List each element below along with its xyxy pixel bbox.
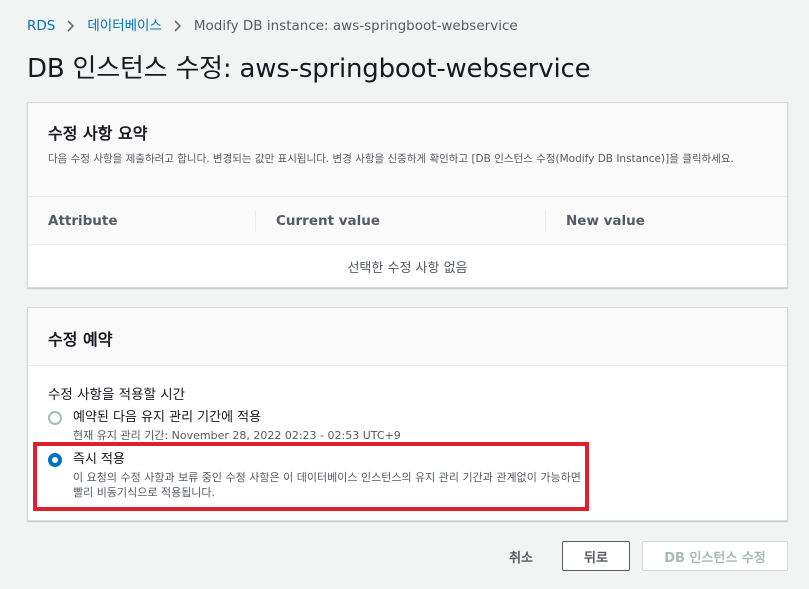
- breadcrumb-databases-link[interactable]: 데이터베이스: [87, 17, 162, 35]
- radio-unchecked-icon[interactable]: [48, 411, 62, 425]
- cancel-button[interactable]: 취소: [499, 547, 543, 566]
- summary-header: 수정 사항 요약 다음 수정 사항을 제출하려고 합니다. 변경되는 값만 표시…: [28, 103, 787, 197]
- chevron-right-icon: [67, 20, 75, 32]
- modify-db-instance-button[interactable]: DB 인스턴스 수정: [642, 541, 788, 571]
- summary-description: 다음 수정 사항을 제출하려고 합니다. 변경되는 값만 표시됩니다. 변경 사…: [48, 153, 734, 165]
- column-header-attribute: Attribute: [48, 212, 118, 229]
- form-actions: 취소 뒤로 DB 인스턴스 수정: [499, 541, 788, 571]
- radio-description: 이 요청의 수정 사항과 보류 중인 수정 사항은 이 데이터베이스 인스턴스의…: [73, 471, 581, 499]
- breadcrumb: RDS 데이터베이스 Modify DB instance: aws-sprin…: [27, 17, 518, 35]
- radio-label: 즉시 적용: [73, 452, 125, 467]
- radio-option-apply-immediately[interactable]: 즉시 적용 이 요청의 수정 사항과 보류 중인 수정 사항은 이 데이터베이스…: [48, 451, 767, 500]
- page-title: DB 인스턴스 수정: aws-springboot-webservice: [27, 54, 591, 84]
- radio-description: 현재 유지 관리 기간: November 28, 2022 02:23 - 0…: [73, 429, 401, 442]
- modification-summary-panel: 수정 사항 요약 다음 수정 사항을 제출하려고 합니다. 변경되는 값만 표시…: [27, 102, 788, 288]
- apply-time-label: 수정 사항을 적용할 시간: [48, 387, 186, 403]
- radio-checked-icon[interactable]: [48, 453, 62, 467]
- summary-table-header: Attribute Current value New value: [28, 197, 787, 245]
- chevron-right-icon: [174, 20, 182, 32]
- modification-schedule-panel: 수정 예약 수정 사항을 적용할 시간 예약된 다음 유지 관리 기간에 적용 …: [27, 307, 788, 521]
- column-header-new-value: New value: [545, 209, 787, 232]
- schedule-title: 수정 예약: [48, 330, 113, 349]
- back-button[interactable]: 뒤로: [562, 541, 630, 571]
- schedule-body: 수정 사항을 적용할 시간 예약된 다음 유지 관리 기간에 적용 현재 유지 …: [28, 366, 787, 500]
- breadcrumb-rds-link[interactable]: RDS: [27, 17, 55, 35]
- summary-title: 수정 사항 요약: [48, 124, 148, 143]
- schedule-header: 수정 예약: [28, 308, 787, 366]
- radio-option-next-maintenance[interactable]: 예약된 다음 유지 관리 기간에 적용 현재 유지 관리 기간: Novembe…: [48, 409, 767, 443]
- radio-label: 예약된 다음 유지 관리 기간에 적용: [73, 410, 262, 425]
- summary-empty-state: 선택한 수정 사항 없음: [347, 260, 468, 276]
- column-header-current-value: Current value: [255, 209, 545, 232]
- breadcrumb-current: Modify DB instance: aws-springboot-webse…: [193, 18, 518, 34]
